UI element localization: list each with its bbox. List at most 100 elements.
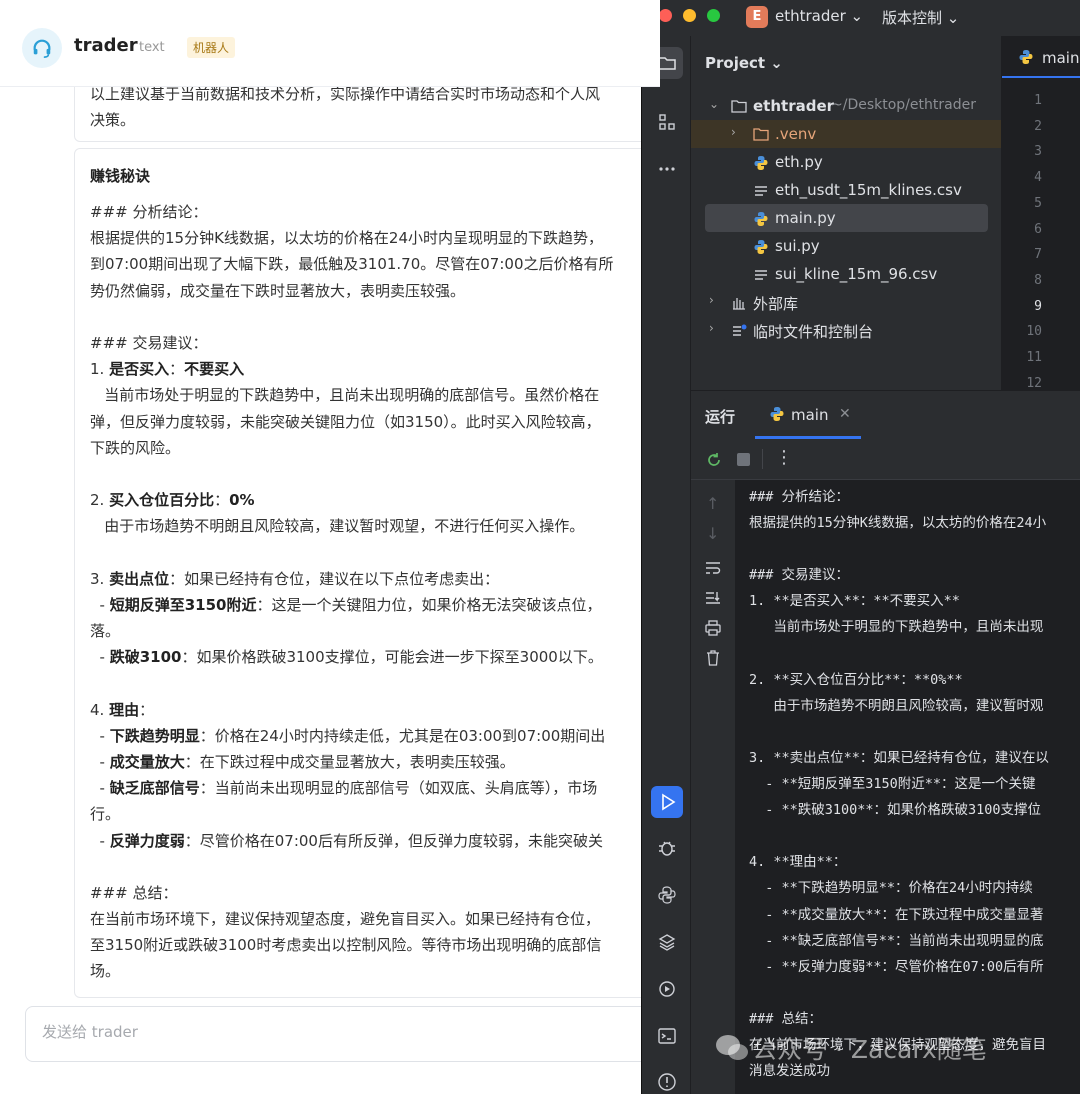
bot-avatar[interactable]	[22, 28, 62, 68]
down-arrow-icon[interactable]: ↓	[706, 524, 719, 543]
content-bold: 短期反弹至3150附近	[109, 595, 257, 614]
rerun-icon[interactable]	[705, 451, 723, 469]
content-text: ：价格在24小时内持续走低，尤其是在03:00到07:00期间出	[199, 726, 606, 745]
chevron-right-icon[interactable]: ›	[709, 293, 714, 307]
content-line: 弹，但反弹力度较弱，未能突破关键阻力位（如3150）。此时买入风险较高，	[90, 409, 614, 435]
services-tool-button[interactable]	[651, 973, 683, 1005]
more-tools-button[interactable]	[651, 153, 683, 185]
debug-tool-button[interactable]	[651, 832, 683, 864]
console-line: 4. **理由**：	[749, 854, 847, 871]
content-text: 行。	[90, 805, 121, 824]
maximize-window-button[interactable]	[707, 9, 720, 22]
content-line: - 短期反弹至3150附近：这是一个关键阻力位，如果价格无法突破该点位，	[90, 592, 614, 618]
content-bold: 0%	[229, 491, 255, 510]
content-line: - 下跌趋势明显：价格在24小时内持续走低，尤其是在03:00到07:00期间出	[90, 723, 614, 749]
message-list[interactable]: 以上建议基于当前数据和技术分析，实际操作中请结合实时市场动态和个人风 决策。 赚…	[0, 86, 660, 998]
tree-item-label: 外部库	[753, 295, 799, 313]
alert-icon	[658, 1073, 676, 1091]
console-line: ### 总结：	[749, 1010, 823, 1027]
console-line: ### 分析结论：	[749, 489, 850, 505]
tree-item-eth-usdt-15m-klines-csv[interactable]: eth_usdt_15m_klines.csv	[691, 176, 1001, 204]
run-panel-title: 运行	[705, 408, 736, 426]
content-line: 由于市场趋势不明朗且风险较高，建议暂时观望，不进行任何买入操作。	[90, 513, 614, 539]
python-file-icon	[1019, 50, 1033, 64]
console-line: 由于市场趋势不明朗且风险较高，建议暂时观	[749, 697, 1044, 714]
content-bold: 跌破3100	[109, 648, 182, 667]
line-number: 5	[1034, 195, 1042, 211]
scratches-icon	[731, 323, 747, 343]
line-number: 2	[1034, 118, 1042, 134]
chevron-right-icon[interactable]: ›	[731, 125, 736, 139]
close-tab-icon[interactable]: ✕	[839, 406, 851, 422]
chat-header: trader text 机器人	[0, 0, 660, 87]
tree-item-[interactable]: › 外部库	[691, 288, 1001, 316]
terminal-tool-button[interactable]	[651, 1020, 683, 1052]
terminal-icon	[658, 1028, 676, 1044]
tree-item-ethtrader[interactable]: ⌄ ethtrader ~/Desktop/ethtrader	[691, 92, 1001, 120]
text-file-icon	[753, 267, 769, 287]
close-window-button[interactable]	[659, 9, 672, 22]
minimize-window-button[interactable]	[683, 9, 696, 22]
vcs-menu[interactable]: 版本控制 ⌄	[882, 7, 959, 28]
content-text: 根据提供的15分钟K线数据，以太坊的价格在24小时内呈现明显的下跌趋势，	[90, 229, 604, 248]
tree-item-sui-kline-15m-96-csv[interactable]: sui_kline_15m_96.csv	[691, 260, 1001, 288]
content-text: 由于市场趋势不明朗且风险较高，建议暂时观望，不进行任何买入操作。	[90, 517, 585, 536]
content-line: - 跌破3100：如果价格跌破3100支撑位，可能会进一步下探至3000以下。	[90, 644, 614, 670]
tree-item-[interactable]: › 临时文件和控制台	[691, 316, 1001, 344]
run-side-toolbar: ↑ ↓	[691, 480, 735, 1094]
card-content: ### 分析结论： 根据提供的15分钟K线数据，以太坊的价格在24小时内呈现明显的…	[90, 199, 614, 985]
tree-item-label: sui.py	[775, 237, 820, 255]
content-text: -	[90, 726, 110, 745]
tree-item-eth-py[interactable]: eth.py	[691, 148, 1001, 176]
editor[interactable]: main.p 123456789101112	[1002, 36, 1080, 391]
bot-name: trader	[74, 35, 138, 56]
tree-item-venv[interactable]: › .venv	[691, 120, 1001, 148]
content-bold: 卖出点位	[109, 569, 170, 588]
message-input-box[interactable]	[25, 1006, 667, 1062]
content-text: 2.	[90, 491, 110, 510]
run-tool-button[interactable]	[651, 786, 683, 818]
console-output[interactable]: ### 分析结论： 根据提供的15分钟K线数据，以太坊的价格在24小 ### 交易建…	[735, 480, 1080, 1094]
message-input[interactable]	[40, 1022, 644, 1042]
wechat-logo-icon	[716, 1035, 748, 1060]
content-line: - 缺乏底部信号：当前尚未出现明显的底部信号（如双底、头肩底等），市场	[90, 775, 614, 801]
soft-wrap-icon[interactable]	[704, 560, 722, 576]
library-icon	[731, 295, 747, 315]
tree-item-label: ethtrader	[753, 97, 835, 115]
up-arrow-icon[interactable]: ↑	[706, 494, 719, 513]
problems-tool-button[interactable]	[651, 1066, 683, 1094]
content-text: -	[90, 779, 110, 798]
content-bold: 缺乏底部信号	[109, 779, 200, 798]
tree-item-main-py[interactable]: main.py	[691, 204, 1001, 232]
line-number: 8	[1034, 272, 1042, 288]
packages-tool-button[interactable]	[651, 926, 683, 958]
print-icon[interactable]	[704, 620, 722, 636]
stop-icon[interactable]	[737, 453, 750, 466]
content-line: 3. 卖出点位：如果已经持有仓位，建议在以下点位考虑卖出：	[90, 566, 614, 592]
chevron-right-icon[interactable]: ›	[709, 321, 714, 335]
chevron-down-icon[interactable]: ⌄	[709, 97, 719, 111]
more-icon[interactable]: ⋮	[775, 447, 793, 468]
tree-item-sui-py[interactable]: sui.py	[691, 232, 1001, 260]
run-tab-main[interactable]: main ✕	[755, 391, 861, 439]
content-text: ：当前尚未出现明显的底部信号（如双底、头肩底等），市场	[199, 779, 598, 798]
tree-item-path: ~/Desktop/ethtrader	[831, 97, 976, 113]
project-badge: E	[746, 6, 768, 28]
content-text: ：	[214, 491, 230, 510]
editor-tab-main[interactable]: main.p	[1002, 36, 1080, 78]
project-panel-title[interactable]: Project ⌄	[705, 54, 783, 72]
console-line: 1. **是否买入**：**不要买入**	[749, 593, 960, 610]
python-console-button[interactable]	[651, 879, 683, 911]
structure-tool-button[interactable]	[651, 106, 683, 138]
content-text: 势仍然偏弱，成交量在下跌时显著放大，表明卖压较强。	[90, 281, 466, 300]
trash-icon[interactable]	[704, 649, 722, 667]
scroll-to-end-icon[interactable]	[704, 590, 722, 606]
content-line	[90, 461, 614, 487]
content-text: ：这是一个关键阻力位，如果价格无法突破该点位，	[256, 595, 602, 614]
content-text: 场。	[90, 962, 121, 981]
content-text: ### 分析结论：	[90, 203, 208, 221]
line-number: 9	[1034, 298, 1042, 314]
project-switcher[interactable]: ethtrader ⌄	[775, 7, 863, 25]
content-text: ### 交易建议：	[90, 333, 208, 352]
services-icon	[659, 981, 675, 997]
